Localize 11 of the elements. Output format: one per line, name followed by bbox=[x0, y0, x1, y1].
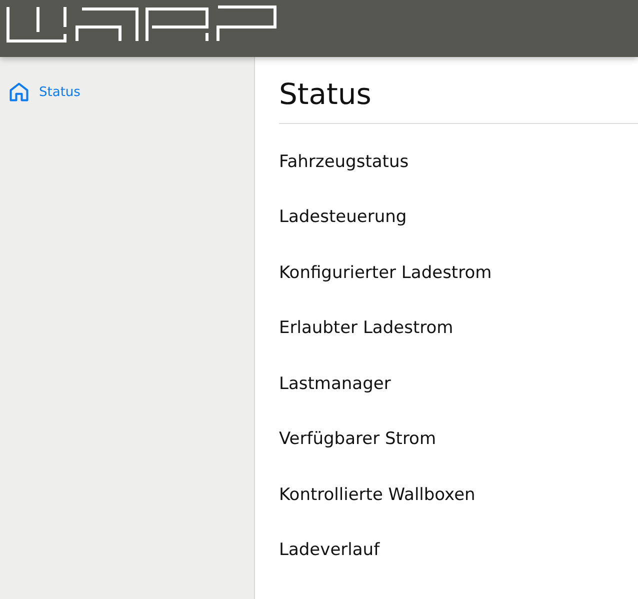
section-heading: Ladeverlauf bbox=[279, 539, 381, 562]
section-heading: Erlaubter Ladestrom bbox=[279, 317, 454, 340]
section-heading: Fahrzeugstatus bbox=[279, 150, 410, 174]
section-heading: Ladesteuerung bbox=[279, 206, 408, 230]
sidebar-item[interactable]: Status bbox=[8, 81, 254, 103]
section-heading: Kontrollierte Wallboxen bbox=[279, 484, 476, 507]
section-heading: Lastmanager bbox=[279, 372, 392, 396]
home-icon bbox=[8, 81, 30, 103]
page-title: Status bbox=[279, 77, 638, 124]
section-heading: Konfigurierter Ladestrom bbox=[279, 262, 493, 285]
section-heading: Verfügbarer Strom bbox=[279, 428, 438, 452]
